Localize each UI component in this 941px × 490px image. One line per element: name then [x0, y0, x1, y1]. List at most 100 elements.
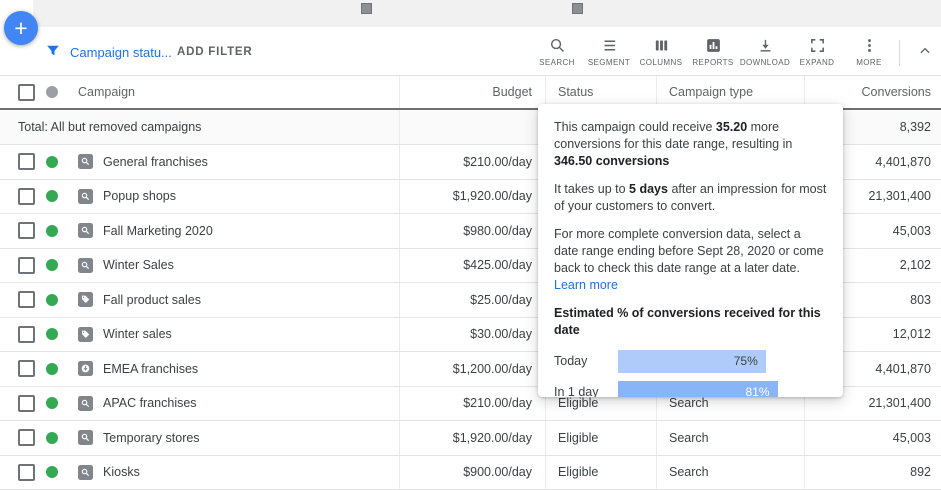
search-icon	[549, 37, 566, 54]
row-checkbox[interactable]	[18, 222, 35, 239]
download-icon	[757, 37, 774, 54]
search-campaign-icon	[78, 223, 93, 238]
tool-segment-button[interactable]: SEGMENT	[583, 37, 635, 67]
campaign-name[interactable]: General franchises	[103, 155, 208, 169]
row-checkbox[interactable]	[18, 464, 35, 481]
tool-label: MORE	[856, 58, 882, 67]
row-checkbox[interactable]	[18, 326, 35, 343]
tool-search-button[interactable]: SEARCH	[531, 37, 583, 67]
status-enabled-dot-icon	[46, 259, 58, 271]
tool-label: SEARCH	[539, 58, 575, 67]
row-checkbox[interactable]	[18, 291, 35, 308]
status-cell: Eligible	[546, 456, 657, 490]
row-checkbox[interactable]	[18, 188, 35, 205]
campaign-cell: APAC franchises	[0, 387, 400, 421]
campaign-name[interactable]: Winter sales	[103, 327, 172, 341]
bar-track: 81%	[618, 381, 815, 397]
select-all-checkbox[interactable]	[18, 84, 35, 101]
display-campaign-icon	[78, 361, 93, 376]
row-checkbox[interactable]	[18, 429, 35, 446]
campaign-name[interactable]: EMEA franchises	[103, 362, 198, 376]
table-toolbar: SEARCH SEGMENT COLUMNSREPORTSDOWNLOADEXPAN…	[531, 37, 895, 67]
more-icon	[861, 37, 878, 54]
campaign-name[interactable]: Winter Sales	[103, 258, 174, 272]
reports-icon	[705, 37, 722, 54]
budget-cell[interactable]: $425.00/day	[400, 249, 546, 283]
conversions-cell: 45,003	[805, 421, 941, 455]
campaign-cell: Fall Marketing 2020	[0, 214, 400, 248]
campaign-cell: Temporary stores	[0, 421, 400, 455]
tool-reports-button[interactable]: REPORTS	[687, 37, 739, 67]
status-enabled-dot-icon	[46, 225, 58, 237]
campaign-cell: Winter sales	[0, 318, 400, 352]
row-checkbox[interactable]	[18, 257, 35, 274]
budget-cell[interactable]: $210.00/day	[400, 387, 546, 421]
status-enabled-dot-icon	[46, 294, 58, 306]
budget-cell[interactable]: $25.00/day	[400, 283, 546, 317]
status-cell: Eligible	[546, 421, 657, 455]
chart-title: Estimated % of conversions received for …	[554, 305, 827, 339]
tooltip-paragraph: For more complete conversion data, selec…	[554, 226, 827, 294]
collapse-toolbar-button[interactable]	[913, 42, 937, 64]
segment-icon	[601, 37, 618, 54]
search-campaign-icon	[78, 154, 93, 169]
plus-icon: +	[14, 15, 27, 42]
tool-more-button[interactable]: MORE	[843, 37, 895, 67]
campaign-name[interactable]: Kiosks	[103, 465, 140, 479]
campaign-status-filter-chip[interactable]: Campaign statu...	[70, 45, 172, 60]
budget-cell[interactable]: $1,920.00/day	[400, 180, 546, 214]
row-checkbox[interactable]	[18, 153, 35, 170]
status-enabled-dot-icon	[46, 363, 58, 375]
campaign-name[interactable]: Fall Marketing 2020	[103, 224, 213, 238]
tooltip-paragraph: This campaign could receive 35.20 more c…	[554, 119, 827, 170]
row-checkbox[interactable]	[18, 360, 35, 377]
campaign-name[interactable]: Temporary stores	[103, 431, 200, 445]
selection-handle-icon	[361, 3, 372, 14]
budget-cell[interactable]: $900.00/day	[400, 456, 546, 490]
expand-icon	[809, 37, 826, 54]
budget-cell[interactable]: $210.00/day	[400, 145, 546, 179]
campaign-header-label[interactable]: Campaign	[78, 85, 135, 99]
tool-label: DOWNLOAD	[740, 58, 790, 67]
status-enabled-dot-icon	[46, 466, 58, 478]
search-campaign-icon	[78, 189, 93, 204]
campaign-cell: Popup shops	[0, 180, 400, 214]
campaign-name[interactable]: Popup shops	[103, 189, 176, 203]
bar-label: In 1 day	[554, 384, 618, 397]
shopping-campaign-icon	[78, 292, 93, 307]
search-campaign-icon	[78, 396, 93, 411]
table-row: Temporary stores$1,920.00/dayEligibleSea…	[0, 421, 941, 456]
budget-header-cell[interactable]: Budget	[400, 76, 546, 108]
campaign-cell: Winter Sales	[0, 249, 400, 283]
table-row: Kiosks$900.00/dayEligibleSearch892	[0, 456, 941, 490]
bar: 81%	[618, 381, 778, 397]
budget-cell[interactable]: $30.00/day	[400, 318, 546, 352]
shopping-campaign-icon	[78, 327, 93, 342]
selection-handle-icon	[572, 3, 583, 14]
campaign-name[interactable]: APAC franchises	[103, 396, 197, 410]
learn-more-link[interactable]: Learn more	[554, 278, 618, 292]
campaign-header-cell: Campaign	[0, 76, 400, 108]
tool-expand-button[interactable]: EXPAND	[791, 37, 843, 67]
row-checkbox[interactable]	[18, 395, 35, 412]
campaign-cell: Kiosks	[0, 456, 400, 490]
add-filter-button[interactable]: ADD FILTER	[177, 46, 253, 58]
columns-icon	[653, 37, 670, 54]
chevron-up-icon	[918, 44, 932, 63]
tool-label: SEGMENT	[588, 58, 630, 67]
header-status-dot-icon	[46, 86, 58, 98]
status-enabled-dot-icon	[46, 432, 58, 444]
add-campaign-fab[interactable]: +	[4, 11, 38, 45]
budget-cell[interactable]: $1,200.00/day	[400, 352, 546, 386]
budget-cell[interactable]: $980.00/day	[400, 214, 546, 248]
search-campaign-icon	[78, 430, 93, 445]
bar-row: Today75%	[554, 350, 827, 373]
budget-cell[interactable]: $1,920.00/day	[400, 421, 546, 455]
top-strip	[33, 0, 941, 27]
tool-download-button[interactable]: DOWNLOAD	[739, 37, 791, 67]
total-label: Total: All but removed campaigns	[0, 110, 400, 144]
campaign-name[interactable]: Fall product sales	[103, 293, 201, 307]
status-enabled-dot-icon	[46, 397, 58, 409]
toolbar-divider	[899, 40, 900, 66]
tool-columns-button[interactable]: COLUMNS	[635, 37, 687, 67]
